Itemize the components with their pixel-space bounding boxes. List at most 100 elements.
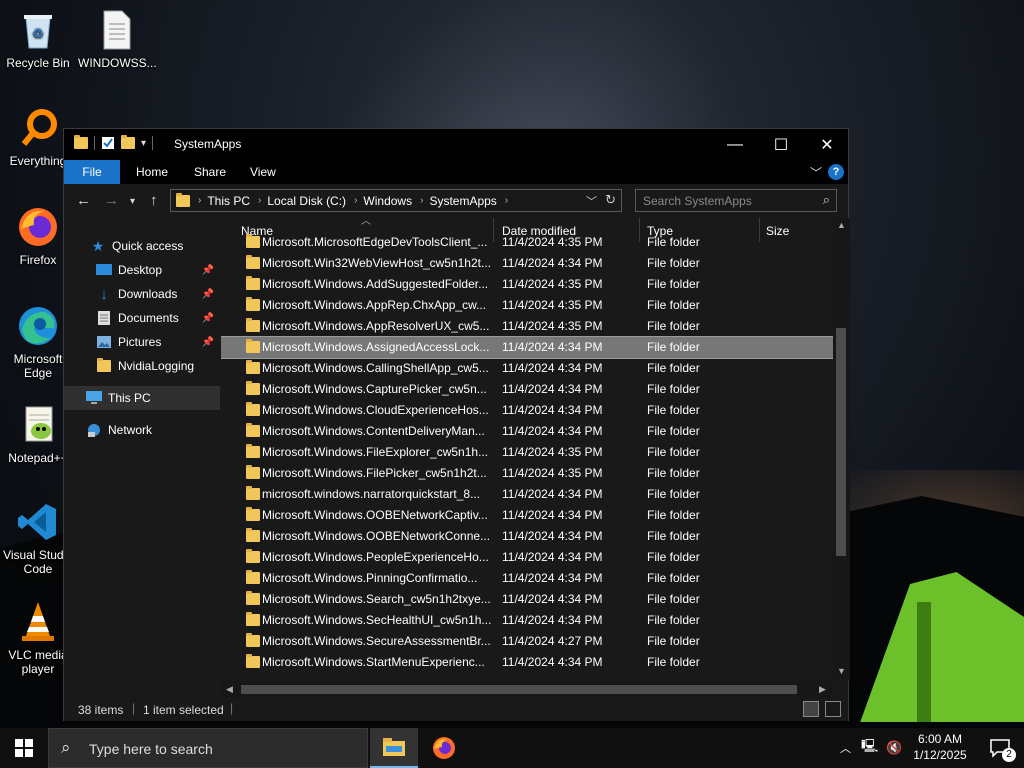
table-row[interactable]: Microsoft.Windows.AddSuggestedFolder... 1… <box>221 274 833 295</box>
file-type: File folder <box>647 445 700 459</box>
file-name: Microsoft.Windows.ContentDeliveryMan... <box>262 424 485 438</box>
title-bar[interactable]: ▾ SystemApps — ☐ ✕ <box>64 129 848 160</box>
file-name: Microsoft.Windows.SecureAssessmentBr... <box>262 634 491 648</box>
close-button[interactable]: ✕ <box>804 129 850 160</box>
nav-network[interactable]: Network <box>64 418 220 442</box>
table-row[interactable]: Microsoft.Windows.PinningConfirmatio... 1… <box>221 568 833 589</box>
nav-pictures[interactable]: Pictures 📌 <box>64 330 220 354</box>
vertical-scrollbar[interactable]: ▲ ▼ <box>833 218 850 681</box>
address-bar[interactable]: › This PC › Local Disk (C:) › Windows › … <box>170 189 622 212</box>
start-button[interactable] <box>0 728 48 768</box>
table-row[interactable]: Microsoft.Windows.OOBENetworkCaptiv... 11… <box>221 505 833 526</box>
tab-share[interactable]: Share <box>180 160 240 184</box>
nav-quick-access[interactable]: ★ Quick access <box>64 234 220 258</box>
breadcrumb-systemapps[interactable]: SystemApps <box>429 194 496 208</box>
table-row[interactable]: Microsoft.Windows.OOBENetworkConne... 11/… <box>221 526 833 547</box>
file-type: File folder <box>647 487 700 501</box>
pin-icon[interactable]: 📌 <box>202 337 214 348</box>
taskbar-file-explorer[interactable] <box>370 728 418 768</box>
network-status-icon[interactable]: 🖳 <box>861 737 878 759</box>
nav-desktop[interactable]: Desktop 📌 <box>64 258 220 282</box>
vertical-scroll-thumb[interactable] <box>836 328 846 556</box>
table-row[interactable]: Microsoft.Windows.AppResolverUX_cw5... 11… <box>221 316 833 337</box>
table-row[interactable]: Microsoft.Windows.CloudExperienceHos... 1… <box>221 400 833 421</box>
large-icons-view-icon[interactable] <box>825 701 841 717</box>
table-row[interactable]: Microsoft.MicrosoftEdgeDevToolsClient_..… <box>221 232 833 253</box>
desktop-icon-recycle-bin[interactable]: ♻ Recycle Bin <box>0 8 76 70</box>
table-row[interactable]: Microsoft.Windows.StartMenuExperienc... 1… <box>221 652 833 673</box>
scroll-up-arrow-icon[interactable]: ▲ <box>837 220 846 230</box>
breadcrumb-this-pc[interactable]: This PC <box>207 194 250 208</box>
tab-home[interactable]: Home <box>122 160 182 184</box>
scroll-left-arrow-icon[interactable]: ◀ <box>226 684 233 695</box>
table-row[interactable]: Microsoft.Windows.AppRep.ChxApp_cw... 11/… <box>221 295 833 316</box>
refresh-icon[interactable]: ↻ <box>605 192 616 208</box>
folder-icon <box>246 381 260 395</box>
item-count: 38 items <box>78 703 124 717</box>
breadcrumb-local-disk[interactable]: Local Disk (C:) <box>267 194 346 208</box>
show-hidden-icons-chevron-icon[interactable]: ︿ <box>840 740 851 756</box>
address-history-chevron-icon[interactable]: ﹀ <box>586 193 597 209</box>
table-row[interactable]: Microsoft.Windows.FilePicker_cw5n1h2t...… <box>221 463 833 484</box>
table-row[interactable]: Microsoft.Win32WebViewHost_cw5n1h2t... 11… <box>221 253 833 274</box>
pin-icon[interactable]: 📌 <box>202 265 214 276</box>
folder-icon <box>246 591 260 605</box>
breadcrumb-separator-icon[interactable]: › <box>258 195 261 206</box>
maximize-button[interactable]: ☐ <box>758 129 804 160</box>
file-type: File folder <box>647 277 700 291</box>
properties-icon[interactable] <box>101 136 115 150</box>
table-row[interactable]: Microsoft.Windows.FileExplorer_cw5n1h...… <box>221 442 833 463</box>
nav-label: Pictures <box>118 335 162 349</box>
taskbar-firefox[interactable] <box>420 728 468 768</box>
breadcrumb-separator-icon[interactable]: › <box>505 195 508 206</box>
file-type: File folder <box>647 319 700 333</box>
notification-center-button[interactable]: 2 <box>976 728 1024 768</box>
desktop-icon-label: WINDOWSS... <box>78 56 157 70</box>
back-arrow-icon[interactable]: ← <box>76 192 91 209</box>
file-date-modified: 11/4/2024 4:35 PM <box>502 298 603 312</box>
table-row[interactable]: Microsoft.Windows.CapturePicker_cw5n... 1… <box>221 379 833 400</box>
table-row[interactable]: Microsoft.Windows.AssignedAccessLock... 1… <box>221 336 833 359</box>
details-view-icon[interactable] <box>803 701 819 717</box>
minimize-button[interactable]: — <box>712 129 758 160</box>
scroll-right-arrow-icon[interactable]: ▶ <box>819 684 826 695</box>
tab-view[interactable]: View <box>236 160 290 184</box>
taskbar-clock[interactable]: 6:00 AM 1/12/2025 <box>905 731 975 763</box>
file-date-modified: 11/4/2024 4:34 PM <box>502 361 603 375</box>
file-name: Microsoft.Windows.CapturePicker_cw5n... <box>262 382 487 396</box>
expand-ribbon-chevron-icon[interactable]: ﹀ <box>810 164 822 181</box>
table-row[interactable]: Microsoft.Windows.PeopleExperienceHo... 1… <box>221 547 833 568</box>
new-folder-icon[interactable] <box>121 135 135 149</box>
notepad-plus-plus-icon <box>16 403 60 447</box>
up-arrow-icon[interactable]: ↑ <box>150 192 158 209</box>
search-box[interactable]: Search SystemApps ⌕ <box>635 189 837 212</box>
customize-toolbar-chevron-icon[interactable]: ▾ <box>141 138 146 149</box>
tab-file[interactable]: File <box>64 160 120 184</box>
horizontal-scroll-thumb[interactable] <box>241 685 797 694</box>
clock-date: 1/12/2025 <box>913 748 967 762</box>
recent-locations-chevron-icon[interactable]: ▾ <box>130 196 135 207</box>
breadcrumb-windows[interactable]: Windows <box>363 194 412 208</box>
scroll-down-arrow-icon[interactable]: ▼ <box>837 666 846 676</box>
table-row[interactable]: Microsoft.Windows.Search_cw5n1h2txye... 1… <box>221 589 833 610</box>
help-button[interactable]: ? <box>828 164 844 180</box>
nav-downloads[interactable]: ↓ Downloads 📌 <box>64 282 220 306</box>
breadcrumb-separator-icon[interactable]: › <box>354 195 357 206</box>
pin-icon[interactable]: 📌 <box>202 289 214 300</box>
nav-nvidialogging[interactable]: NvidiaLogging <box>64 354 220 378</box>
nav-documents[interactable]: Documents 📌 <box>64 306 220 330</box>
table-row[interactable]: microsoft.windows.narratorquickstart_8..… <box>221 484 833 505</box>
taskbar-search-box[interactable]: ⌕ Type here to search <box>48 728 368 768</box>
forward-arrow-icon[interactable]: → <box>104 192 119 209</box>
breadcrumb-separator-icon[interactable]: › <box>420 195 423 206</box>
horizontal-scrollbar[interactable]: ◀ ▶ <box>221 681 833 698</box>
pin-icon[interactable]: 📌 <box>202 313 214 324</box>
nav-this-pc[interactable]: This PC <box>64 386 220 410</box>
desktop-icon-windowss[interactable]: WINDOWSS... <box>78 8 157 70</box>
breadcrumb-separator-icon[interactable]: › <box>198 195 201 206</box>
table-row[interactable]: Microsoft.Windows.SecureAssessmentBr... 1… <box>221 631 833 652</box>
table-row[interactable]: Microsoft.Windows.CallingShellApp_cw5...… <box>221 358 833 379</box>
table-row[interactable]: Microsoft.Windows.SecHealthUI_cw5n1h... 1… <box>221 610 833 631</box>
volume-muted-icon[interactable]: 🔇 <box>886 740 902 756</box>
table-row[interactable]: Microsoft.Windows.ContentDeliveryMan... 1… <box>221 421 833 442</box>
